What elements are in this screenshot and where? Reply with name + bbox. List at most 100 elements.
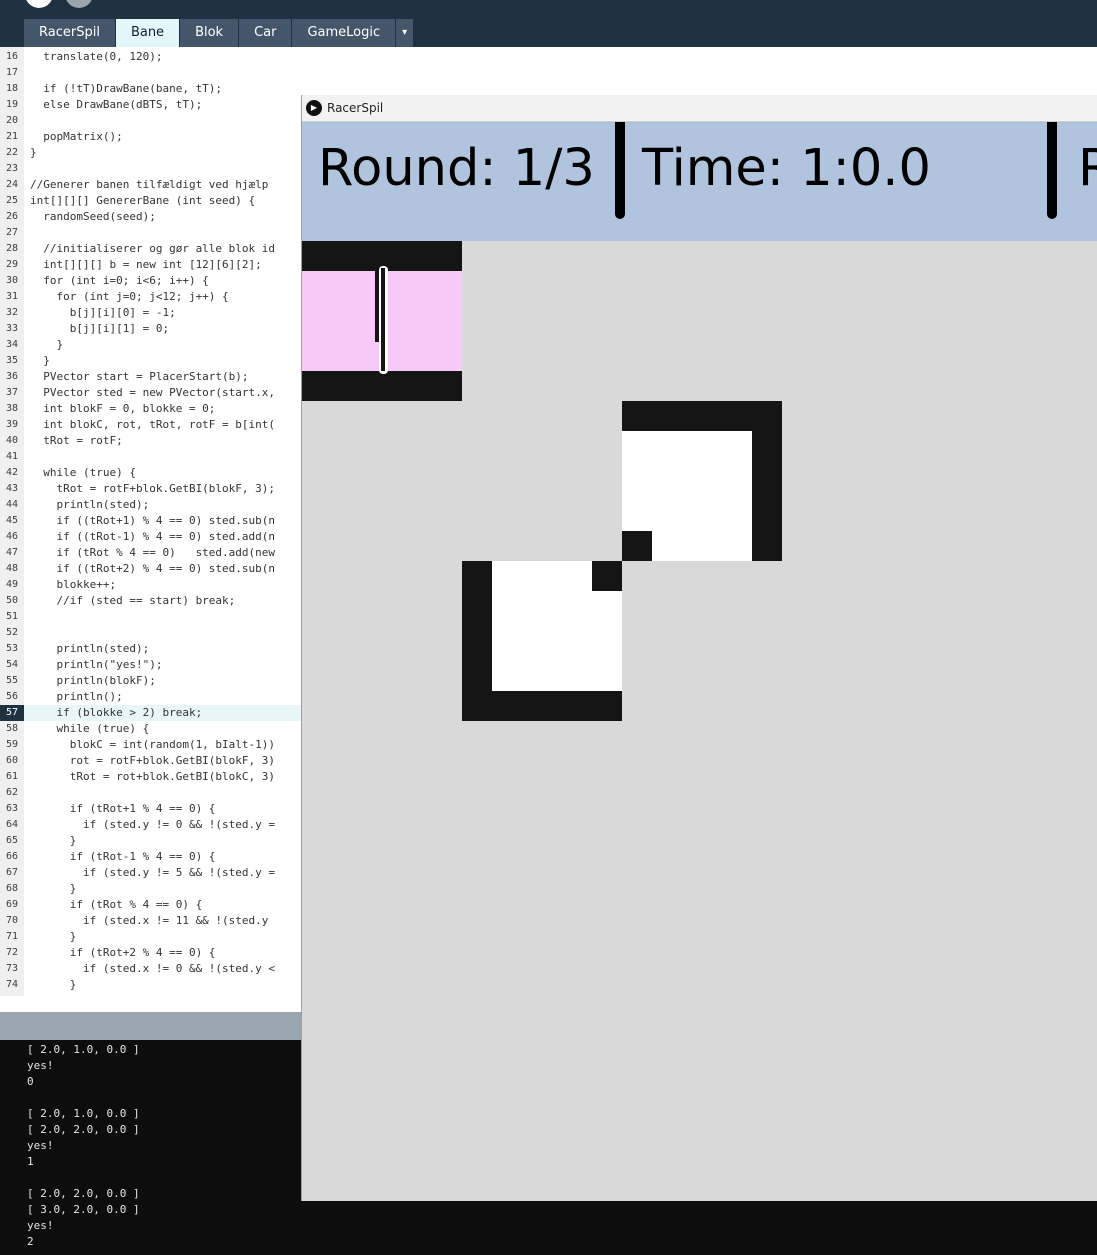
line-number: 26 xyxy=(5,211,19,222)
line-number: 30 xyxy=(5,275,19,286)
line-number: 41 xyxy=(5,451,19,462)
tab-gamelogic[interactable]: GameLogic xyxy=(292,19,396,47)
code-text: if ((tRot+1) % 4 == 0) sted.sub(n xyxy=(30,514,276,527)
line-number: 22 xyxy=(5,147,19,158)
code-text: while (true) { xyxy=(30,722,150,735)
line-number: 44 xyxy=(5,499,19,510)
line-number: 20 xyxy=(5,115,19,126)
line-number: 71 xyxy=(5,931,19,942)
code-text: int[][][] GenererBane (int seed) { xyxy=(30,194,256,207)
line-number: 62 xyxy=(5,787,19,798)
code-text: b[j][i][0] = -1; xyxy=(30,306,176,319)
line-number: 61 xyxy=(5,771,19,782)
line-number: 32 xyxy=(5,307,19,318)
tab-bane[interactable]: Bane xyxy=(115,19,180,47)
code-text: println(sted); xyxy=(30,642,150,655)
code-text: if (sted.x != 0 && !(sted.y < xyxy=(30,962,276,975)
line-number: 57 xyxy=(0,705,24,721)
line-number: 38 xyxy=(5,403,19,414)
code-text: if (tRot % 4 == 0) sted.add(new xyxy=(30,546,276,559)
run-button[interactable] xyxy=(25,0,53,8)
code-text: int blokF = 0, blokke = 0; xyxy=(30,402,216,415)
console-line: [ 2.0, 2.0, 0.0 ] xyxy=(27,1123,140,1136)
console-line: yes! xyxy=(27,1059,54,1072)
code-line[interactable]: 16 translate(0, 120); xyxy=(0,49,1097,65)
line-number: 68 xyxy=(5,883,19,894)
line-number: 47 xyxy=(5,547,19,558)
line-number: 42 xyxy=(5,467,19,478)
line-number: 64 xyxy=(5,819,19,830)
line-number: 67 xyxy=(5,867,19,878)
code-text: PVector start = PlacerStart(b); xyxy=(30,370,249,383)
line-number: 53 xyxy=(5,643,19,654)
track-inner-corner xyxy=(592,561,622,591)
code-text: if (tRot % 4 == 0) { xyxy=(30,898,203,911)
code-text: println(); xyxy=(30,690,123,703)
round-counter: Round: 1/3 xyxy=(318,139,595,198)
line-number: 59 xyxy=(5,739,19,750)
line-number: 69 xyxy=(5,899,19,910)
tab-car[interactable]: Car xyxy=(239,19,292,47)
line-number: 18 xyxy=(5,83,19,94)
code-text: if (tRot-1 % 4 == 0) { xyxy=(30,850,216,863)
code-text: randomSeed(seed); xyxy=(30,210,156,223)
sketch-titlebar[interactable]: ▶ RacerSpil xyxy=(302,95,1097,122)
code-text: if ((tRot+2) % 4 == 0) sted.sub(n xyxy=(30,562,276,575)
code-text: println("yes!"); xyxy=(30,658,163,671)
line-number: 16 xyxy=(5,51,19,62)
line-number: 43 xyxy=(5,483,19,494)
code-text: //Generer banen tilfældigt ved hjælp xyxy=(30,178,269,191)
tab-blok[interactable]: Blok xyxy=(180,19,239,47)
code-text: rot = rotF+blok.GetBI(blokF, 3) xyxy=(30,754,276,767)
line-number: 56 xyxy=(5,691,19,702)
console-line: [ 2.0, 2.0, 0.0 ] xyxy=(27,1187,140,1200)
code-text: int blokC, rot, tRot, rotF = b[int( xyxy=(30,418,276,431)
line-number: 54 xyxy=(5,659,19,670)
line-number: 66 xyxy=(5,851,19,862)
code-text: tRot = rot+blok.GetBI(blokC, 3) xyxy=(30,770,276,783)
code-text: } xyxy=(30,146,37,159)
code-text: println(sted); xyxy=(30,498,150,511)
line-number: 50 xyxy=(5,595,19,606)
line-number: 73 xyxy=(5,963,19,974)
line-number: 60 xyxy=(5,755,19,766)
code-text: for (int i=0; i<6; i++) { xyxy=(30,274,209,287)
line-number: 21 xyxy=(5,131,19,142)
console-line: yes! xyxy=(27,1219,54,1232)
tab-racerspil[interactable]: RacerSpil xyxy=(24,19,115,47)
line-number: 40 xyxy=(5,435,19,446)
line-number: 70 xyxy=(5,915,19,926)
console-line: yes! xyxy=(27,1139,54,1152)
line-number: 17 xyxy=(5,67,19,78)
console-line: 1 xyxy=(27,1155,34,1168)
line-number: 72 xyxy=(5,947,19,958)
toolbar: RacerSpil Bane Blok Car GameLogic ▾ xyxy=(0,0,1097,47)
code-text: if (sted.y != 0 && !(sted.y = xyxy=(30,818,276,831)
console-line: [ 3.0, 2.0, 0.0 ] xyxy=(27,1203,140,1216)
line-number: 49 xyxy=(5,579,19,590)
race-timer: Time: 1:0.0 xyxy=(642,139,931,198)
code-text: blokke++; xyxy=(30,578,117,591)
stop-button[interactable] xyxy=(65,0,93,8)
line-number: 35 xyxy=(5,355,19,366)
code-text: if (sted.y != 5 && !(sted.y = xyxy=(30,866,276,879)
code-text: println(blokF); xyxy=(30,674,156,687)
play-icon: ▶ xyxy=(306,100,322,116)
code-text: else DrawBane(dBTS, tT); xyxy=(30,98,203,111)
code-text: popMatrix(); xyxy=(30,130,123,143)
code-text: tRot = rotF; xyxy=(30,434,123,447)
line-number: 48 xyxy=(5,563,19,574)
console-line: 0 xyxy=(27,1075,34,1088)
code-text: if (blokke > 2) break; xyxy=(30,706,203,719)
sketch-window: ▶ RacerSpil Round: 1/3 Time: 1:0.0 R xyxy=(301,95,1097,1201)
line-number: 55 xyxy=(5,675,19,686)
code-text: if (tRot+2 % 4 == 0) { xyxy=(30,946,216,959)
more-tabs-icon[interactable]: ▾ xyxy=(396,19,414,47)
code-line[interactable]: 17 xyxy=(0,65,1097,81)
line-number: 25 xyxy=(5,195,19,206)
line-number: 52 xyxy=(5,627,19,638)
hud-divider xyxy=(1047,122,1057,219)
hud-cut-off-label: R xyxy=(1078,139,1097,198)
code-text: for (int j=0; j<12; j++) { xyxy=(30,290,229,303)
code-text: while (true) { xyxy=(30,466,136,479)
